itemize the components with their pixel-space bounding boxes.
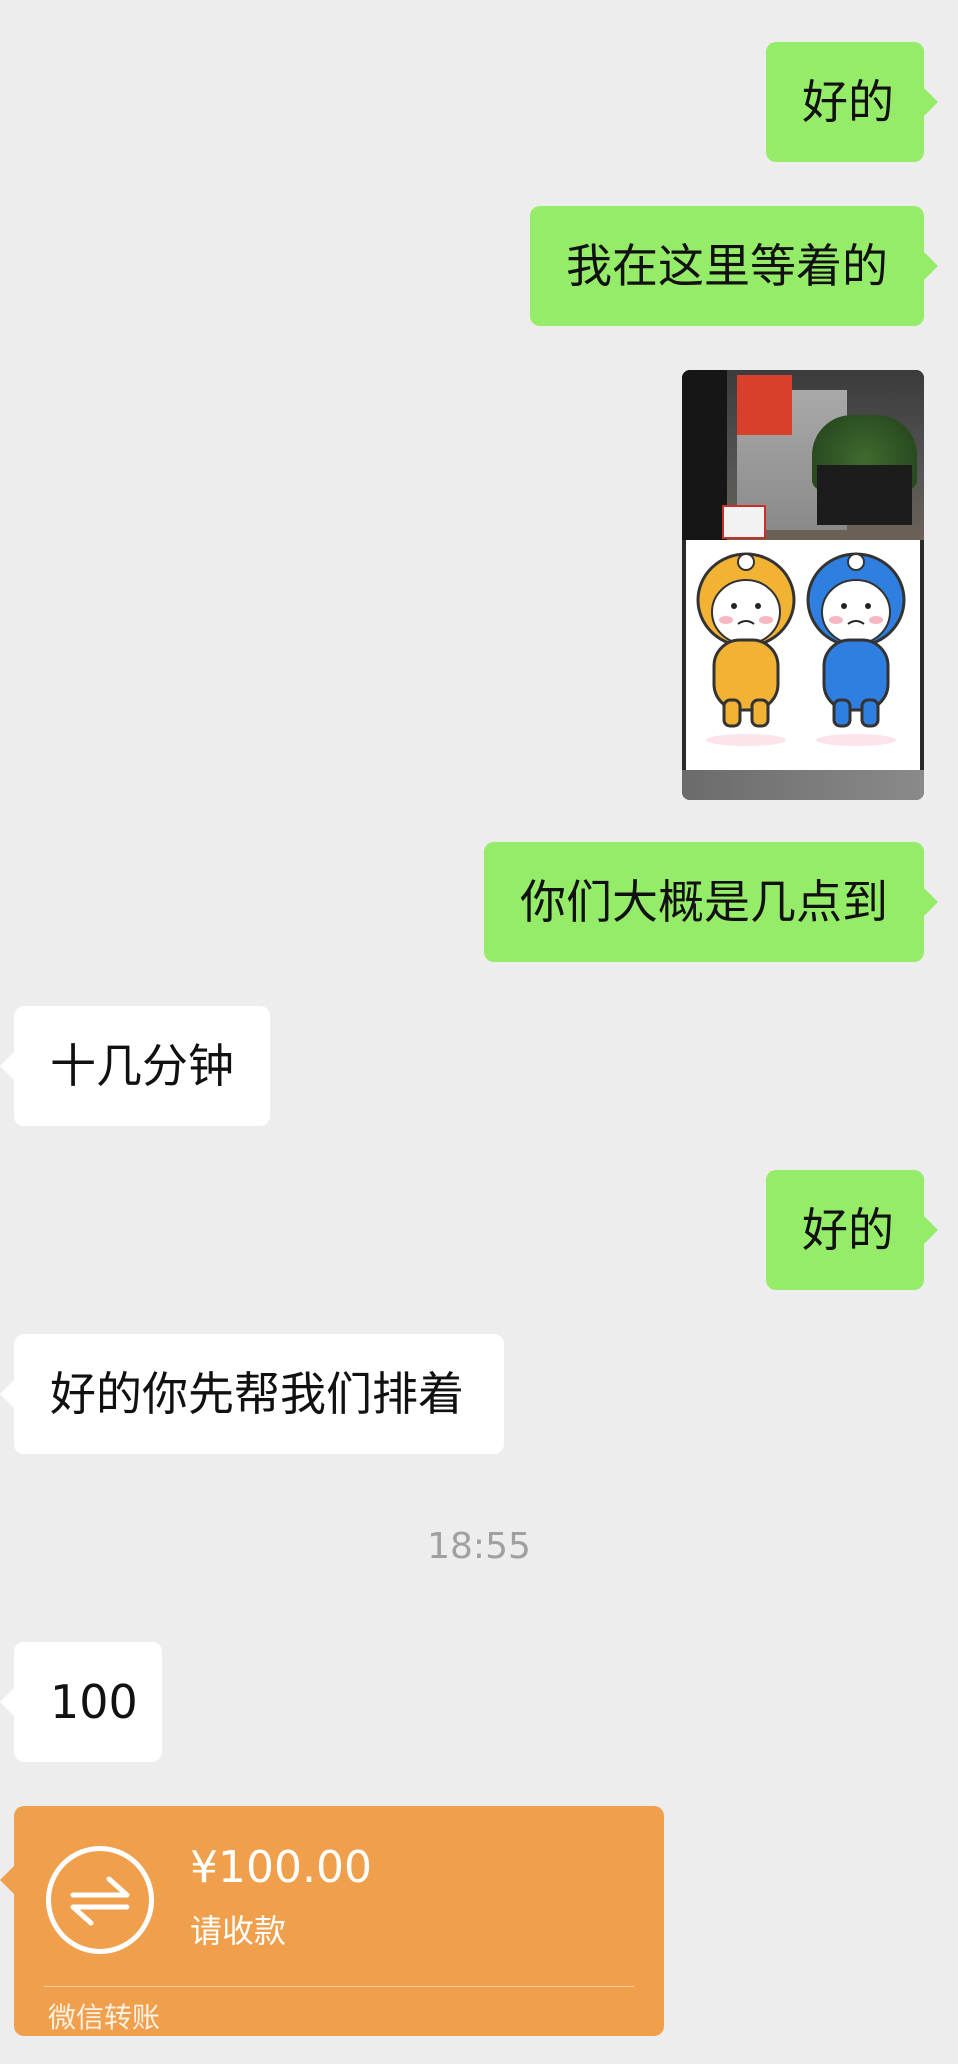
message-text: 100 (50, 1675, 138, 1729)
photo-detail (682, 370, 727, 540)
photo-detail (737, 375, 792, 435)
two-characters-icon (696, 552, 906, 746)
message-text: 你们大概是几点到 (520, 875, 888, 929)
image-message[interactable] (682, 370, 924, 800)
photo-detail (817, 465, 912, 525)
photo-detail (722, 505, 766, 539)
bubble-tail (0, 1052, 14, 1080)
transfer-note: 请收款 (190, 1912, 287, 1950)
meme-sticker (686, 540, 920, 770)
message-timestamp: 18:55 (427, 1526, 531, 1567)
wechat-transfer-card[interactable]: ¥100.00 请收款 微信转账 (0, 1806, 664, 2036)
message-bubble-incoming[interactable]: 100 (0, 1642, 162, 1762)
transfer-amount: ¥100.00 (190, 1842, 372, 1893)
transfer-arrows-icon (46, 1846, 154, 1954)
message-bubble-incoming[interactable]: 十几分钟 (0, 1006, 270, 1126)
bubble-tail (924, 888, 938, 916)
bubble-tail (0, 1866, 14, 1894)
photo-detail (682, 770, 924, 800)
message-text: 好的你先帮我们排着 (50, 1367, 464, 1421)
message-bubble-outgoing[interactable]: 好的 (766, 42, 938, 162)
bubble-tail (0, 1688, 14, 1716)
message-text: 十几分钟 (50, 1039, 234, 1093)
message-text: 我在这里等着的 (566, 239, 888, 293)
bubble-tail (924, 252, 938, 280)
photo-background (682, 370, 924, 540)
message-bubble-outgoing[interactable]: 好的 (766, 1170, 938, 1290)
message-bubble-outgoing[interactable]: 我在这里等着的 (530, 206, 938, 326)
divider (44, 1986, 634, 1987)
bubble-tail (924, 88, 938, 116)
message-bubble-incoming[interactable]: 好的你先帮我们排着 (0, 1334, 504, 1454)
message-text: 好的 (802, 75, 894, 129)
message-text: 好的 (802, 1203, 894, 1257)
bubble-tail (0, 1380, 14, 1408)
transfer-footer-label: 微信转账 (48, 2001, 161, 2034)
message-bubble-outgoing[interactable]: 你们大概是几点到 (484, 842, 938, 962)
bubble-tail (924, 1216, 938, 1244)
